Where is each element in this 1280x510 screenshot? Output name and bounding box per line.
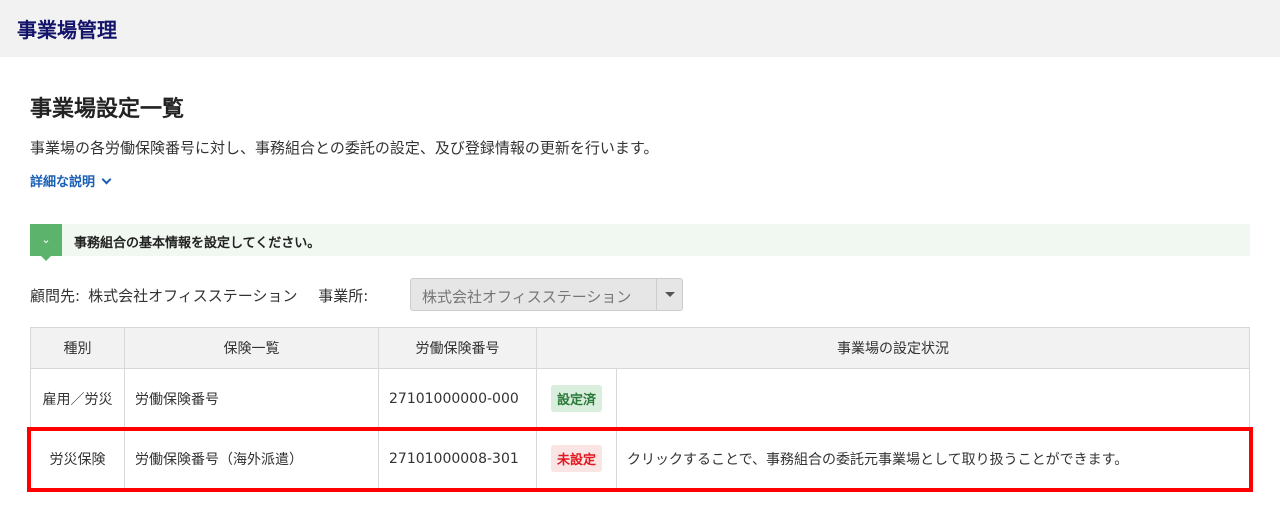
- header-type: 種別: [30, 327, 125, 369]
- client-label: 顧問先:: [30, 287, 81, 305]
- app-title: 事業場管理: [17, 18, 117, 42]
- table-row[interactable]: 労災保険 労働保険番号（海外派遣） 27101000008-301 未設定 クリ…: [30, 428, 1250, 489]
- cell-insurance: 労働保険番号（海外派遣）: [124, 428, 379, 489]
- workplace-table: 種別 保険一覧 労働保険番号 事業場の設定状況 雇用／労災 労働保険番号 271…: [30, 327, 1250, 489]
- cell-insurance: 労働保険番号: [124, 368, 379, 429]
- cell-status: 設定済: [536, 368, 617, 429]
- details-link[interactable]: 詳細な説明: [30, 171, 112, 190]
- status-badge: 未設定: [550, 445, 602, 472]
- office-select-value: 株式会社オフィスステーション: [422, 288, 632, 306]
- details-link-label: 詳細な説明: [30, 175, 96, 190]
- table-row[interactable]: 雇用／労災 労働保険番号 27101000000-000 設定済: [30, 368, 1250, 429]
- chevron-down-icon: [101, 174, 112, 185]
- cell-number: 27101000008-301: [378, 428, 537, 489]
- office-label: 事業所:: [318, 287, 369, 305]
- dropdown-arrow-icon[interactable]: [656, 279, 682, 310]
- office-select[interactable]: 株式会社オフィスステーション: [410, 278, 683, 311]
- header-status: 事業場の設定状況: [536, 327, 1250, 369]
- cell-number: 27101000000-000: [378, 368, 537, 429]
- header-insurance: 保険一覧: [124, 327, 379, 369]
- chevron-down-icon[interactable]: ⌄: [30, 224, 62, 261]
- cell-message[interactable]: クリックすることで、事務組合の委託元事業場として取り扱うことができます。: [616, 428, 1250, 489]
- notice-text: 事務組合の基本情報を設定してください。: [74, 236, 321, 251]
- page-title: 事業場設定一覧: [30, 97, 185, 122]
- cell-type: 雇用／労災: [30, 368, 125, 429]
- cell-type: 労災保険: [30, 428, 125, 489]
- page-description: 事業場の各労働保険番号に対し、事務組合との委託の設定、及び登録情報の更新を行いま…: [30, 139, 659, 157]
- table-header: 種別 保険一覧 労働保険番号 事業場の設定状況: [30, 327, 1250, 369]
- status-badge: 設定済: [550, 385, 602, 412]
- cell-message: [616, 368, 1250, 429]
- filter-row: 顧問先: 株式会社オフィスステーション 事業所:: [30, 285, 376, 306]
- notice-banner[interactable]: ⌄ 事務組合の基本情報を設定してください。: [30, 224, 1250, 261]
- cell-status: 未設定: [536, 428, 617, 489]
- client-value: 株式会社オフィスステーション: [88, 287, 298, 305]
- header-number: 労働保険番号: [378, 327, 537, 369]
- app-header: 事業場管理: [0, 0, 1280, 57]
